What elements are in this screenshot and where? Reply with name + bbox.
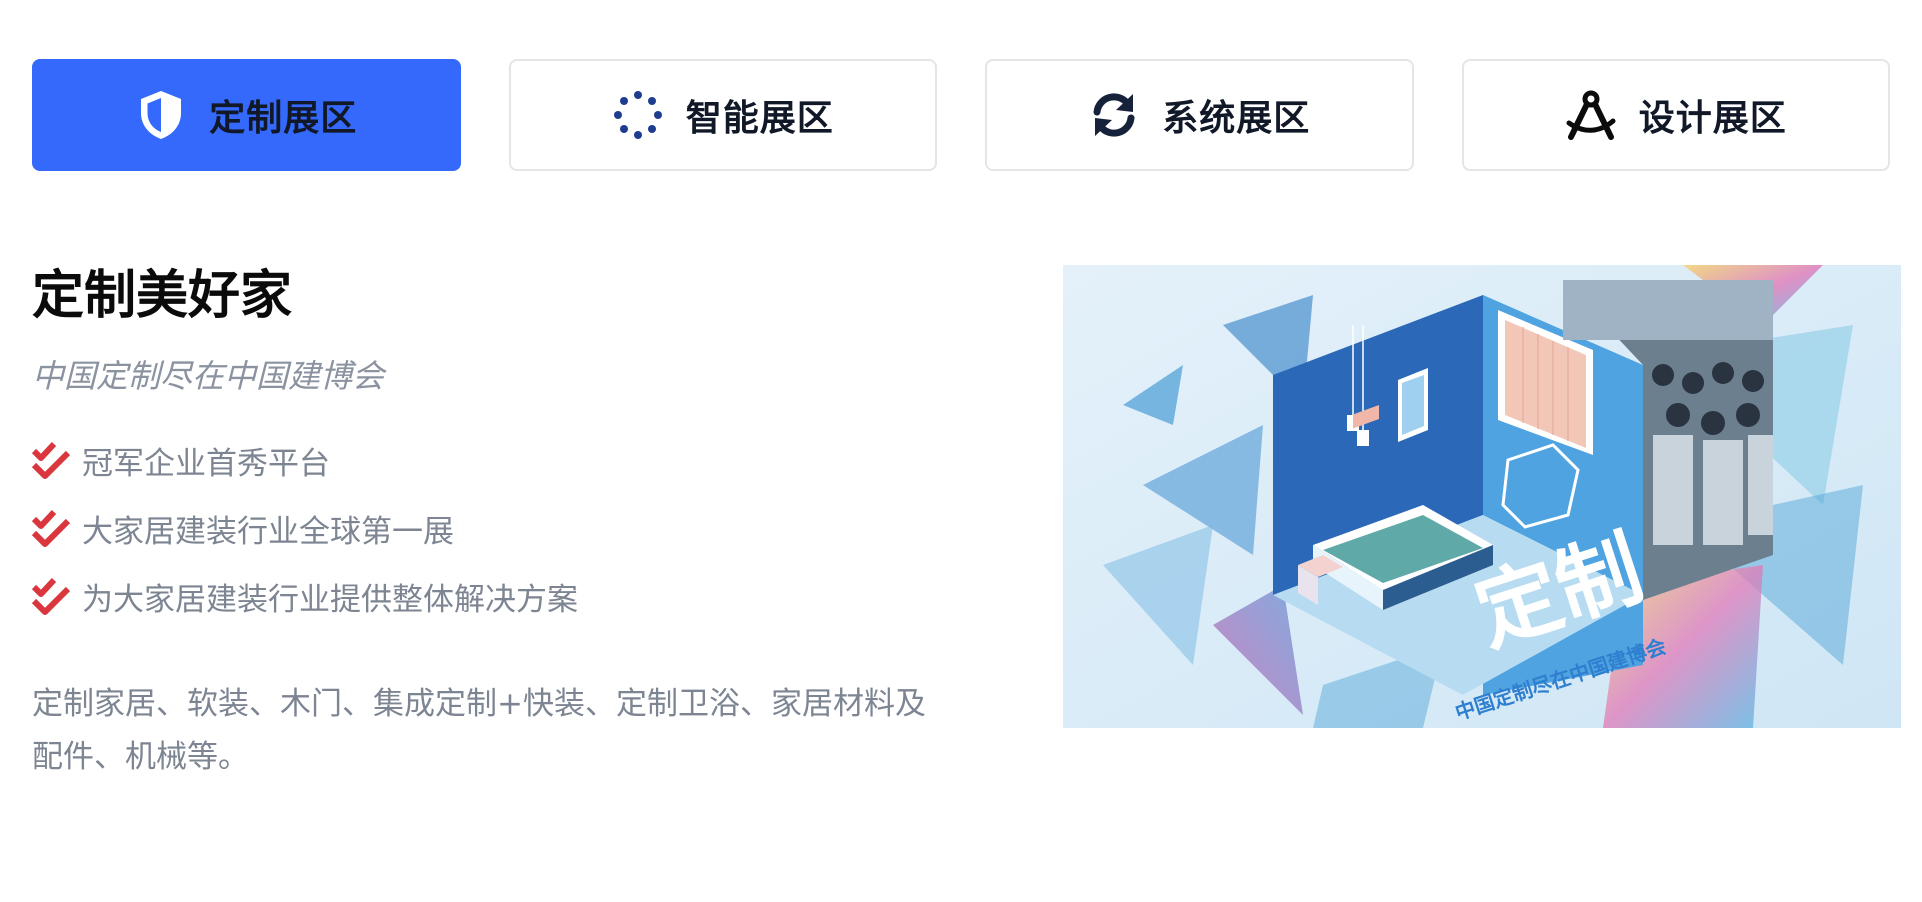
feature-text: 大家居建装行业全球第一展 — [82, 513, 454, 550]
zone-description: 定制家居、软装、木门、集成定制+快装、定制卫浴、家居材料及配件、机械等。 — [32, 686, 926, 775]
zone-hero-image: 定制 中国定制尽在中国建博会 — [1063, 265, 1901, 728]
feature-text: 冠军企业首秀平台 — [82, 445, 330, 482]
spinner-icon — [612, 89, 664, 141]
tab-label: 系统展区 — [1162, 98, 1311, 139]
compass-drafting-icon — [1565, 89, 1617, 141]
exhibition-zones-page: 定制展区 智能展区 系统展区 设计展区 定制美好家 中国定制尽在中国建博会 冠军… — [0, 0, 1922, 902]
tab-system-zone[interactable]: 系统展区 — [985, 59, 1414, 171]
zone-details: 定制美好家 中国定制尽在中国建博会 冠军企业首秀平台 大家居建装行业全球第一展 — [32, 260, 952, 784]
double-check-icon — [32, 441, 70, 479]
feature-list: 冠军企业首秀平台 大家居建装行业全球第一展 为大家居建装行业提供整体解决方案 — [32, 426, 952, 630]
tab-label: 智能展区 — [685, 98, 834, 139]
tab-smart-zone[interactable]: 智能展区 — [508, 59, 937, 171]
tab-label: 设计展区 — [1638, 98, 1787, 139]
list-item: 为大家居建装行业提供整体解决方案 — [32, 562, 952, 630]
double-check-icon — [32, 577, 70, 615]
list-item: 冠军企业首秀平台 — [32, 426, 952, 494]
section-title: 定制美好家 — [32, 266, 293, 326]
tab-custom-zone[interactable]: 定制展区 — [32, 59, 461, 171]
feature-text: 为大家居建装行业提供整体解决方案 — [82, 581, 578, 618]
section-subtitle: 中国定制尽在中国建博会 — [32, 357, 385, 395]
tab-design-zone[interactable]: 设计展区 — [1461, 59, 1890, 171]
double-check-icon — [32, 509, 70, 547]
list-item: 大家居建装行业全球第一展 — [32, 494, 952, 562]
zone-tabs: 定制展区 智能展区 系统展区 设计展区 — [32, 59, 1890, 171]
sync-icon — [1088, 89, 1140, 141]
tab-label: 定制展区 — [209, 98, 358, 139]
shield-icon — [135, 89, 187, 141]
